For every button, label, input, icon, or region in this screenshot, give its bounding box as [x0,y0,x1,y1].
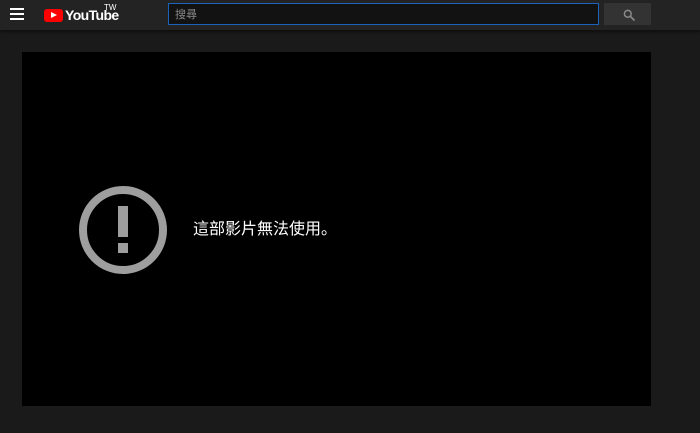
exclamation-circle-icon [79,186,167,274]
search-input[interactable] [168,3,599,25]
magnifier-icon [623,9,635,21]
youtube-play-icon [44,8,63,22]
error-message: 這部影片無法使用。 [193,219,338,238]
masthead: YouTube TW [0,0,700,30]
video-player: 這部影片無法使用。 [22,52,651,406]
region-label: TW [104,3,117,12]
hamburger-menu-icon[interactable] [10,8,24,20]
search-button[interactable] [604,3,651,25]
